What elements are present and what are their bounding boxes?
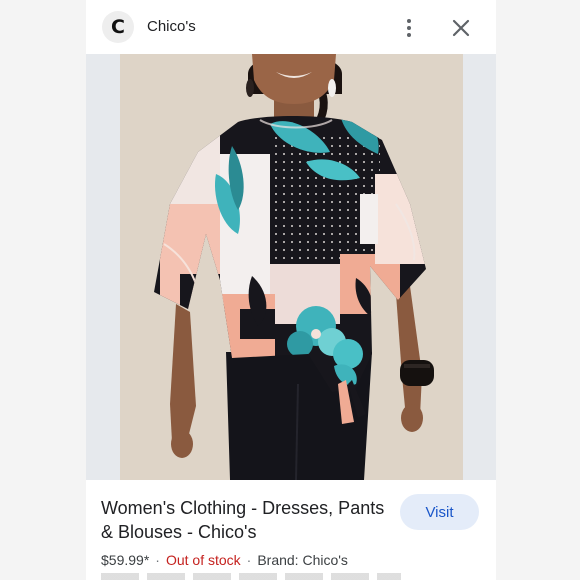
separator-dot: ·: [155, 552, 160, 568]
result-title[interactable]: Women's Clothing - Dresses, Pants & Blou…: [101, 496, 386, 544]
more-vertical-icon[interactable]: [400, 16, 418, 40]
result-card: C Chico's Women's Clothing - Dresses, Pa…: [86, 0, 496, 580]
product-meta: $59.99* · Out of stock · Brand: Chico's: [101, 552, 348, 568]
stock-status: Out of stock: [165, 552, 241, 568]
site-logo[interactable]: C: [102, 11, 134, 43]
product-image[interactable]: [120, 54, 463, 480]
image-viewer: [86, 54, 496, 480]
separator-dot: ·: [246, 552, 252, 568]
visit-button[interactable]: Visit: [400, 494, 479, 530]
price: $59.99*: [101, 552, 150, 568]
brand: Brand: Chico's: [257, 552, 348, 568]
truncated-description: [101, 573, 401, 580]
card-header: C Chico's: [86, 0, 496, 54]
site-name[interactable]: Chico's: [147, 18, 196, 35]
close-icon[interactable]: [450, 17, 472, 39]
